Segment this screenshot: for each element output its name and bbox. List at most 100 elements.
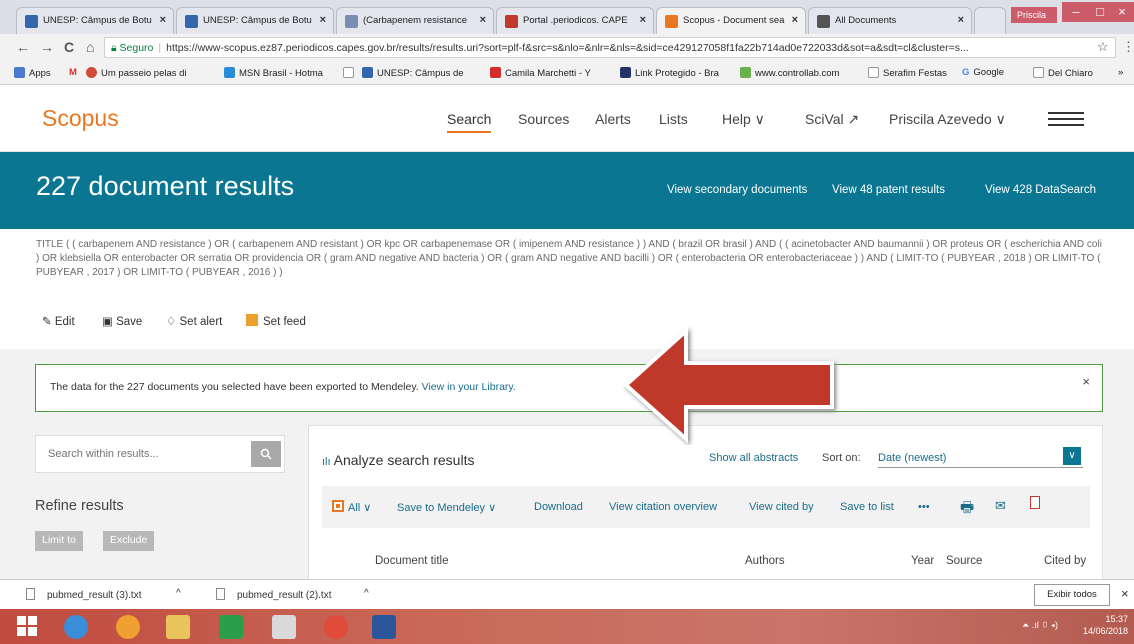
tab-favicon-icon bbox=[345, 15, 358, 28]
tab-all-documents[interactable]: All Documents × bbox=[808, 7, 972, 34]
close-alert-icon[interactable]: × bbox=[1082, 374, 1090, 389]
new-tab-button[interactable] bbox=[974, 7, 1006, 34]
profile-badge[interactable]: Priscila bbox=[1011, 7, 1057, 23]
nav-search[interactable]: Search bbox=[447, 111, 492, 133]
nav-scival[interactable]: SciVal ↗ bbox=[805, 111, 859, 128]
bookmark-favicon-icon bbox=[620, 67, 631, 78]
bookmark-google[interactable]: G Google bbox=[962, 67, 1004, 78]
bookmark-serafim[interactable]: Serafim Festas bbox=[868, 67, 947, 79]
windows-start-icon[interactable] bbox=[16, 615, 40, 639]
view-secondary-documents-link[interactable]: View secondary documents bbox=[667, 184, 807, 196]
chevron-down-icon[interactable]: ∨ bbox=[1063, 447, 1081, 465]
pdf-icon[interactable] bbox=[1030, 496, 1040, 509]
back-button[interactable]: ← bbox=[16, 39, 30, 55]
edit-query-button[interactable]: ✎ Edit bbox=[42, 314, 75, 328]
tab-scopus[interactable]: Scopus - Document sea × bbox=[656, 7, 806, 34]
nav-user-menu[interactable]: Priscila Azevedo ∨ bbox=[889, 111, 1006, 128]
save-query-button[interactable]: ▣ Save bbox=[102, 314, 142, 328]
bookmark-msn[interactable]: MSN Brasil - Hotma bbox=[224, 67, 323, 79]
close-window-button[interactable]: × bbox=[1110, 2, 1134, 22]
download-item-menu[interactable]: ^ bbox=[364, 588, 369, 599]
home-button[interactable]: ⌂ bbox=[86, 39, 94, 55]
bookmark-del-chiaro[interactable]: Del Chiaro bbox=[1033, 67, 1093, 79]
search-icon[interactable] bbox=[251, 441, 281, 467]
print-icon[interactable]: 🖶︎ bbox=[960, 497, 974, 522]
media-player-icon[interactable] bbox=[116, 615, 140, 639]
paint-icon[interactable] bbox=[272, 615, 296, 639]
tab-close-icon[interactable]: × bbox=[640, 14, 646, 26]
tab-unesp-1[interactable]: UNESP: Câmpus de Botu × bbox=[16, 7, 174, 34]
nav-help[interactable]: Help ∨ bbox=[722, 111, 765, 128]
system-clock[interactable]: 15:37 14/06/2018 bbox=[1080, 613, 1128, 637]
tab-capes[interactable]: Portal .periodicos. CAPE × bbox=[496, 7, 654, 34]
download-item[interactable]: pubmed_result (3).txt bbox=[26, 588, 142, 601]
scopus-header: Scopus Search Sources Alerts Lists Help … bbox=[0, 85, 1134, 152]
nav-alerts[interactable]: Alerts bbox=[595, 111, 631, 127]
download-button[interactable]: Download bbox=[534, 501, 583, 513]
show-all-downloads-button[interactable]: Exibir todos bbox=[1034, 584, 1110, 606]
col-source[interactable]: Source bbox=[946, 555, 982, 567]
save-to-mendeley-button[interactable]: Save to Mendeley ∨ bbox=[397, 501, 496, 514]
close-downloads-icon[interactable]: × bbox=[1121, 586, 1129, 601]
bookmark-passeio[interactable]: Um passeio pelas di bbox=[86, 67, 187, 79]
reload-button[interactable]: C bbox=[64, 39, 74, 55]
bookmark-link-protegido[interactable]: Link Protegido - Bra bbox=[620, 67, 719, 79]
tab-carbapenem[interactable]: (Carbapenem resistance × bbox=[336, 7, 494, 34]
limit-to-button[interactable]: Limit to bbox=[35, 531, 83, 551]
word-icon[interactable] bbox=[372, 615, 396, 639]
scopus-logo[interactable]: Scopus bbox=[42, 105, 119, 132]
msn-icon bbox=[224, 67, 235, 78]
chrome-icon[interactable] bbox=[324, 615, 348, 639]
analyze-search-results-link[interactable]: ılı Analyze search results bbox=[322, 452, 474, 468]
download-item-menu[interactable]: ^ bbox=[176, 588, 181, 599]
tab-close-icon[interactable]: × bbox=[320, 14, 326, 26]
sort-select[interactable]: Date (newest) ∨ bbox=[878, 447, 1083, 468]
file-explorer-icon[interactable] bbox=[166, 615, 190, 639]
tab-close-icon[interactable]: × bbox=[480, 14, 486, 26]
view-datasearch-link[interactable]: View 428 DataSearch bbox=[985, 184, 1096, 196]
bookmark-star-icon[interactable]: ☆ bbox=[1097, 39, 1109, 55]
bookmarks-overflow[interactable]: » bbox=[1118, 67, 1123, 78]
bookmark-gmail[interactable]: M bbox=[69, 67, 77, 78]
col-document-title[interactable]: Document title bbox=[375, 555, 449, 567]
more-options-button[interactable]: ••• bbox=[918, 501, 930, 513]
view-citation-overview-button[interactable]: View citation overview bbox=[609, 501, 717, 513]
bookmark-page[interactable] bbox=[343, 67, 358, 79]
show-all-abstracts-link[interactable]: Show all abstracts bbox=[709, 452, 798, 464]
bookmark-camila[interactable]: Camila Marchetti - Y bbox=[490, 67, 591, 79]
set-feed-button[interactable]: Set feed bbox=[246, 314, 306, 328]
bookmark-apps[interactable]: Apps bbox=[14, 67, 51, 79]
col-authors[interactable]: Authors bbox=[745, 555, 785, 567]
tab-close-icon[interactable]: × bbox=[958, 14, 964, 26]
exclude-button[interactable]: Exclude bbox=[103, 531, 155, 551]
tab-close-icon[interactable]: × bbox=[792, 14, 798, 26]
clock-time: 15:37 bbox=[1105, 614, 1128, 624]
set-alert-button[interactable]: ♢ Set alert bbox=[166, 314, 222, 328]
system-tray[interactable]: ⏶ .ıl ▯ ◂) bbox=[1022, 620, 1058, 631]
view-library-link[interactable]: View in your Library. bbox=[422, 381, 516, 393]
view-patent-results-link[interactable]: View 48 patent results bbox=[832, 184, 945, 196]
tab-close-icon[interactable]: × bbox=[160, 14, 166, 26]
email-icon[interactable]: ✉︎ bbox=[995, 498, 1006, 514]
chrome-menu-icon[interactable]: ⋮ bbox=[1122, 39, 1134, 55]
save-to-list-button[interactable]: Save to list bbox=[840, 501, 894, 513]
set-feed-label: Set feed bbox=[263, 316, 306, 328]
bookmark-label: Serafim Festas bbox=[883, 68, 947, 79]
select-all-dropdown[interactable]: All ∨ bbox=[348, 501, 371, 514]
view-cited-by-button[interactable]: View cited by bbox=[749, 501, 814, 513]
bookmark-unesp[interactable]: UNESP: Câmpus de bbox=[362, 67, 464, 79]
download-item[interactable]: pubmed_result (2).txt bbox=[216, 588, 332, 601]
url-bar[interactable]: 🔒︎ Seguro | https://www-scopus.ez87.period… bbox=[104, 37, 1116, 58]
col-year[interactable]: Year bbox=[911, 555, 934, 567]
hamburger-menu-icon[interactable] bbox=[1048, 112, 1084, 126]
bookmark-controllab[interactable]: www.controllab.com bbox=[740, 67, 839, 79]
nav-lists[interactable]: Lists bbox=[659, 111, 688, 127]
store-icon[interactable] bbox=[219, 615, 243, 639]
forward-button[interactable]: → bbox=[40, 39, 54, 55]
nav-sources[interactable]: Sources bbox=[518, 111, 569, 127]
internet-explorer-icon[interactable] bbox=[64, 615, 88, 639]
col-cited-by[interactable]: Cited by bbox=[1044, 555, 1086, 567]
select-all-checkbox[interactable] bbox=[332, 500, 344, 512]
search-within-input[interactable] bbox=[48, 448, 238, 460]
tab-unesp-2[interactable]: UNESP: Câmpus de Botu × bbox=[176, 7, 334, 34]
